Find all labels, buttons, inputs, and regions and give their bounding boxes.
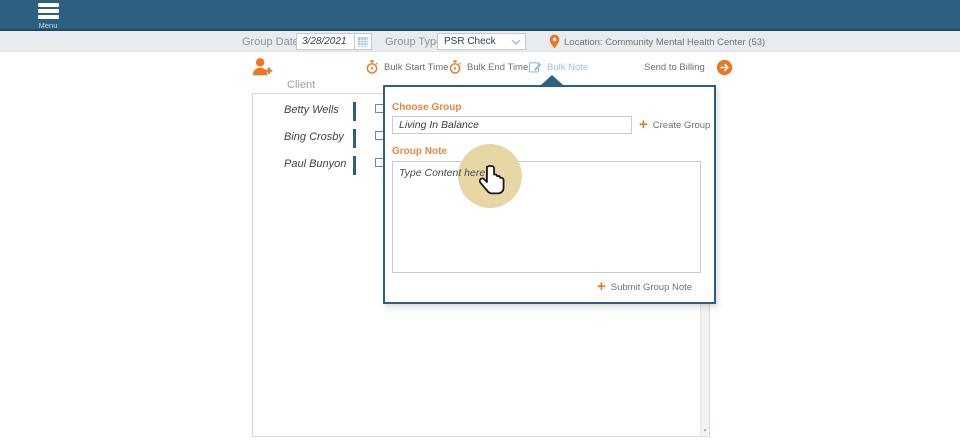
- plus-icon: +: [639, 118, 648, 132]
- location-text: Location: Community Mental Health Center…: [564, 37, 765, 48]
- group-type-select[interactable]: PSR Check: [437, 33, 526, 50]
- bulk-start-time-label: Bulk Start Time: [384, 62, 448, 73]
- bulk-end-time-label: Bulk End Time: [467, 62, 528, 73]
- group-date-value: 3/28/2021: [297, 36, 354, 47]
- note-placeholder: Type Content here: [399, 167, 485, 179]
- group-name-input[interactable]: Living In Balance: [392, 116, 632, 134]
- calendar-icon-glyph: [357, 36, 369, 48]
- group-note-label: Group Note: [392, 146, 447, 157]
- client-name: Betty Wells: [284, 104, 339, 116]
- bulk-end-time-button[interactable]: Bulk End Time: [448, 60, 528, 74]
- person-add-icon: [250, 55, 274, 79]
- top-nav-bar: Menu: [0, 0, 960, 31]
- create-group-label: Create Group: [653, 120, 711, 131]
- group-date-input[interactable]: 3/28/2021: [296, 33, 372, 50]
- bulk-note-button[interactable]: Bulk Note: [528, 60, 588, 74]
- submit-group-note-button[interactable]: + Submit Group Note: [597, 280, 692, 294]
- plus-icon: +: [597, 280, 606, 294]
- client-name: Paul Bunyon: [284, 158, 346, 170]
- row-divider: [353, 102, 356, 121]
- row-divider: [353, 129, 356, 148]
- scroll-down-arrow[interactable]: ▾: [701, 428, 709, 434]
- edit-note-icon: [528, 60, 542, 74]
- calendar-icon[interactable]: [354, 34, 371, 49]
- bulk-start-time-button[interactable]: Bulk Start Time: [365, 60, 448, 74]
- client-column-header: Client: [287, 79, 315, 91]
- bulk-note-label: Bulk Note: [547, 62, 588, 73]
- stopwatch-icon: [448, 60, 462, 74]
- stopwatch-icon: [365, 60, 379, 74]
- app-root: Menu Group Date: 3/28/2021 Group Type: P…: [0, 0, 960, 442]
- add-client-button[interactable]: [250, 55, 274, 84]
- send-to-billing-button[interactable]: Send to Billing: [644, 59, 733, 76]
- menu-label: Menu: [34, 21, 62, 30]
- group-name-value: Living In Balance: [393, 119, 479, 131]
- group-date-label: Group Date:: [242, 36, 302, 48]
- choose-group-label: Choose Group: [392, 102, 461, 113]
- location-pin-icon: [549, 34, 560, 54]
- bulk-note-popup: Choose Group Living In Balance + Create …: [383, 85, 716, 304]
- client-name: Bing Crosby: [284, 131, 344, 143]
- hamburger-icon: [34, 3, 62, 19]
- chevron-down-icon: [511, 39, 521, 45]
- create-group-button[interactable]: + Create Group: [639, 118, 710, 132]
- group-type-value: PSR Check: [438, 36, 511, 47]
- popup-callout-arrow: [541, 75, 563, 85]
- session-toolbar: Group Date: 3/28/2021 Group Type: PSR Ch…: [0, 31, 960, 52]
- arrow-right-icon: [716, 59, 733, 76]
- row-divider: [353, 156, 356, 175]
- hand-cursor-icon: [476, 163, 510, 201]
- group-note-textarea[interactable]: Type Content here: [392, 161, 701, 273]
- send-to-billing-label: Send to Billing: [644, 62, 705, 73]
- submit-group-note-label: Submit Group Note: [611, 282, 692, 293]
- menu-button[interactable]: Menu: [34, 3, 62, 30]
